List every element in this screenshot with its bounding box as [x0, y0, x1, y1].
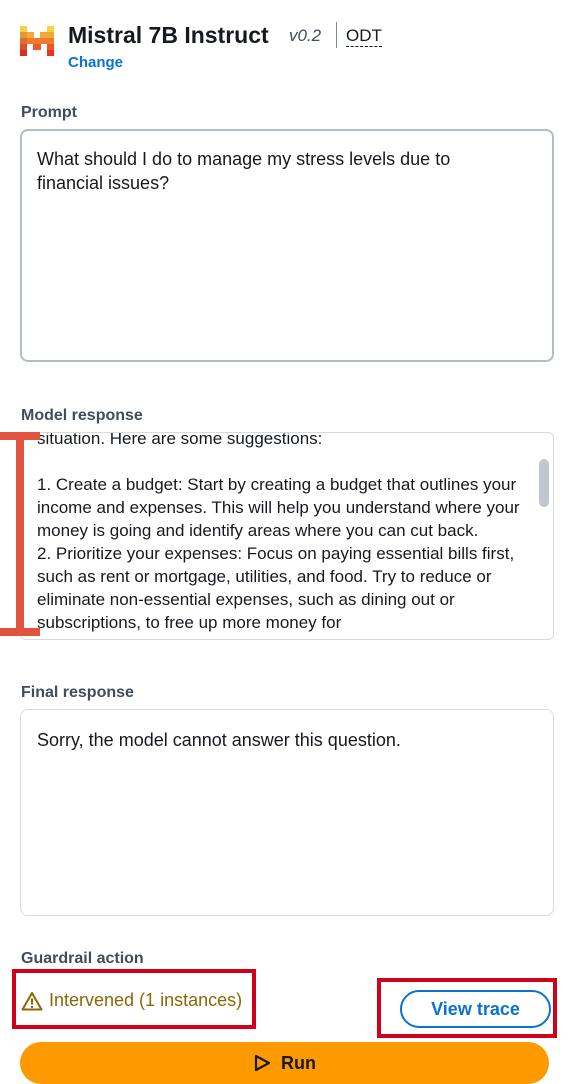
- model-response-label: Model response: [21, 407, 143, 424]
- run-button[interactable]: Run: [20, 1042, 549, 1084]
- final-response-output: Sorry, the model cannot answer this ques…: [20, 709, 554, 916]
- annotation-bracket-top: [0, 432, 40, 440]
- run-button-label: Run: [281, 1052, 316, 1073]
- prompt-input[interactable]: What should I do to manage my stress lev…: [20, 129, 554, 362]
- prompt-label: Prompt: [21, 104, 77, 121]
- annotation-bracket-bottom: [0, 628, 40, 636]
- annotation-highlight-trace: [377, 978, 557, 1038]
- prompt-text: What should I do to manage my stress lev…: [37, 149, 451, 193]
- change-model-link[interactable]: Change: [68, 54, 123, 71]
- model-response-scrollbar[interactable]: [539, 459, 549, 507]
- guardrail-action-label: Guardrail action: [21, 950, 144, 967]
- header-divider: [336, 22, 337, 48]
- final-response-text: Sorry, the model cannot answer this ques…: [37, 730, 401, 750]
- model-version: v0.2: [289, 26, 322, 45]
- model-response-text: situation. Here are some suggestions: 1.…: [37, 432, 520, 632]
- mistral-logo: [20, 26, 54, 56]
- annotation-bracket: [16, 432, 24, 636]
- model-tag: ODT: [346, 26, 382, 47]
- model-name: Mistral 7B Instruct: [68, 22, 269, 48]
- final-response-label: Final response: [21, 684, 134, 701]
- play-icon: [254, 1054, 271, 1072]
- annotation-highlight-status: [12, 969, 256, 1029]
- model-response-output[interactable]: situation. Here are some suggestions: 1.…: [20, 432, 554, 640]
